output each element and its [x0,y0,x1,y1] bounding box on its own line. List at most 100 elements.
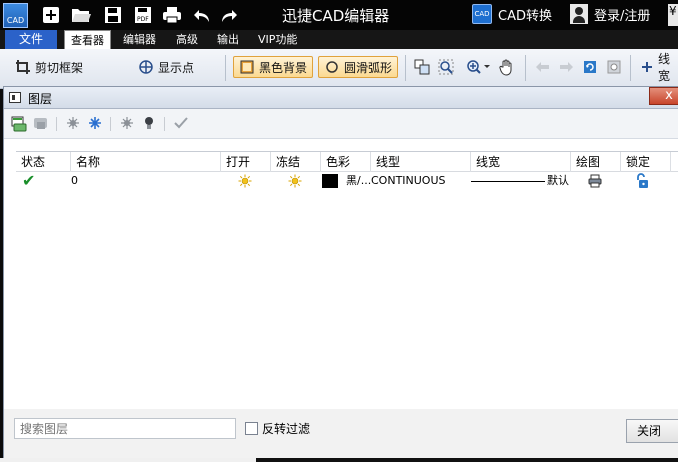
layer-thaw-sun-icon[interactable] [288,174,302,194]
background-icon [239,59,255,75]
dialog-title-bar[interactable]: 图层 x [4,87,678,109]
show-points-button[interactable]: 显示点 [138,56,194,78]
dialog-title: 图层 [28,92,53,106]
menu-vip[interactable]: VIP功能 [252,30,303,49]
toolbar-divider [110,117,111,131]
color-label: 黑/... [346,174,372,187]
ribbon-divider [225,55,226,81]
col-status[interactable]: 状态 [16,152,71,172]
cad-convert-icon: CAD [472,4,492,24]
layer-color-cell[interactable]: 黑/... [322,172,371,192]
col-color[interactable]: 色彩 [321,152,371,172]
menu-file[interactable]: 文件 [5,30,57,49]
layer-off-icon[interactable] [118,114,136,132]
delete-layer-icon[interactable] [32,114,50,132]
layer-name[interactable]: 0 [71,172,78,192]
close-button[interactable]: 关闭 [626,419,678,443]
linewidth-icon [640,59,654,75]
ribbon-divider [405,55,406,81]
print-icon[interactable] [161,4,183,26]
layer-linetype[interactable]: CONTINUOUS [371,172,446,192]
invert-filter-label: 反转过滤 [262,422,311,436]
col-freeze[interactable]: 冻结 [271,152,321,172]
layer-lineweight-cell[interactable]: 默认 [471,172,569,192]
col-lineweight[interactable]: 线宽 [471,152,571,172]
col-linetype[interactable]: 线型 [371,152,471,172]
app-window: CAD PDF 迅捷CAD编辑器 CAD CAD转换 登录/注册 ¥ 文件 查看… [0,0,678,462]
toolbar-divider [164,117,165,131]
layers-view-icon[interactable] [414,56,430,78]
current-layer-check-icon[interactable]: ✔ [22,172,35,192]
cad-convert-button[interactable]: CAD CAD转换 [472,4,552,24]
save-as-pdf-icon[interactable]: PDF [132,4,154,26]
next-view-icon[interactable] [558,56,574,78]
redo-icon[interactable] [218,4,240,26]
zoom-window-icon[interactable] [438,56,454,78]
linewidth-label: 线宽 [658,52,671,83]
layers-window-icon [9,92,21,103]
menu-advanced[interactable]: 高级 [170,30,204,49]
toolbar-divider [56,117,57,131]
smooth-arc-label: 圆滑弧形 [344,60,393,75]
clip-frame-icon [15,59,31,75]
show-points-label: 显示点 [158,60,195,75]
black-background-label: 黑色背景 [259,60,308,75]
smooth-arc-icon [324,59,340,75]
open-folder-icon[interactable] [70,4,92,26]
ribbon-divider [630,55,631,81]
rotate-view-icon[interactable] [582,56,598,78]
status-strip [0,458,678,462]
fit-view-icon[interactable] [606,56,622,78]
menu-bar: 文件 查看器 编辑器 高级 输出 VIP功能 [0,30,678,49]
linewidth-button[interactable]: 线宽 [640,52,678,83]
layers-table: 状态 名称 打开 冻结 色彩 线型 线宽 绘图 锁定 ✔ 0 黑/... CON… [16,151,678,409]
black-background-toggle[interactable]: 黑色背景 [233,56,314,78]
dialog-close-x-button[interactable]: x [649,87,678,105]
color-swatch [322,174,338,188]
smooth-arc-toggle[interactable]: 圆滑弧形 [318,56,399,78]
layer-plot-printer-icon[interactable] [588,174,602,194]
vip-price-button[interactable]: ¥ [668,4,678,26]
snowflake-icon[interactable] [86,114,104,132]
layer-on-sun-icon[interactable] [238,174,252,194]
cad-convert-label: CAD转换 [498,8,552,24]
app-logo: CAD [3,3,28,28]
new-file-icon[interactable] [40,4,62,26]
lineweight-sample [471,180,545,182]
layer-search-input[interactable] [14,418,236,439]
set-current-check-icon[interactable] [172,114,190,132]
layers-dialog: 图层 x 状态 名称 打开 冻结 色彩 线型 线宽 绘图 锁定 ✔ 0 黑/..… [3,86,678,459]
menu-editor[interactable]: 编辑器 [117,30,162,49]
login-label: 登录/注册 [594,8,651,24]
save-icon[interactable] [102,4,124,26]
layer-unlock-icon[interactable] [635,173,649,193]
bulb-icon[interactable] [140,114,158,132]
clip-frame-button[interactable]: 剪切框架 [15,56,83,78]
title-bar: CAD PDF 迅捷CAD编辑器 CAD CAD转换 登录/注册 ¥ [0,0,678,30]
lineweight-label: 默认 [547,174,569,187]
col-name[interactable]: 名称 [71,152,221,172]
window-title: 迅捷CAD编辑器 [282,7,390,25]
table-row[interactable]: ✔ 0 黑/... CONTINUOUS 默认 [16,172,678,192]
status-strip-left [0,458,256,462]
invert-filter-checkbox[interactable]: 反转过滤 [245,420,310,437]
crosshair-icon [138,59,154,75]
undo-icon[interactable] [191,4,213,26]
zoom-in-dropdown[interactable] [466,56,492,78]
user-icon [570,4,588,24]
menu-output[interactable]: 输出 [211,30,245,49]
freeze-all-icon[interactable] [64,114,82,132]
col-on[interactable]: 打开 [221,152,271,172]
menu-viewer[interactable]: 查看器 [64,30,111,49]
col-plot[interactable]: 绘图 [571,152,621,172]
login-button[interactable]: 登录/注册 [570,4,650,24]
ribbon-toolbar: 剪切框架 显示点 黑色背景 圆滑弧形 线宽 [0,49,678,89]
previous-view-icon[interactable] [535,56,551,78]
svg-text:PDF: PDF [137,16,149,23]
clip-frame-label: 剪切框架 [35,60,84,75]
col-lock[interactable]: 锁定 [621,152,671,172]
checkbox-box[interactable] [245,422,258,435]
pan-hand-icon[interactable] [498,56,516,78]
new-layer-icon[interactable] [10,114,28,132]
layer-toolbar [4,109,678,139]
